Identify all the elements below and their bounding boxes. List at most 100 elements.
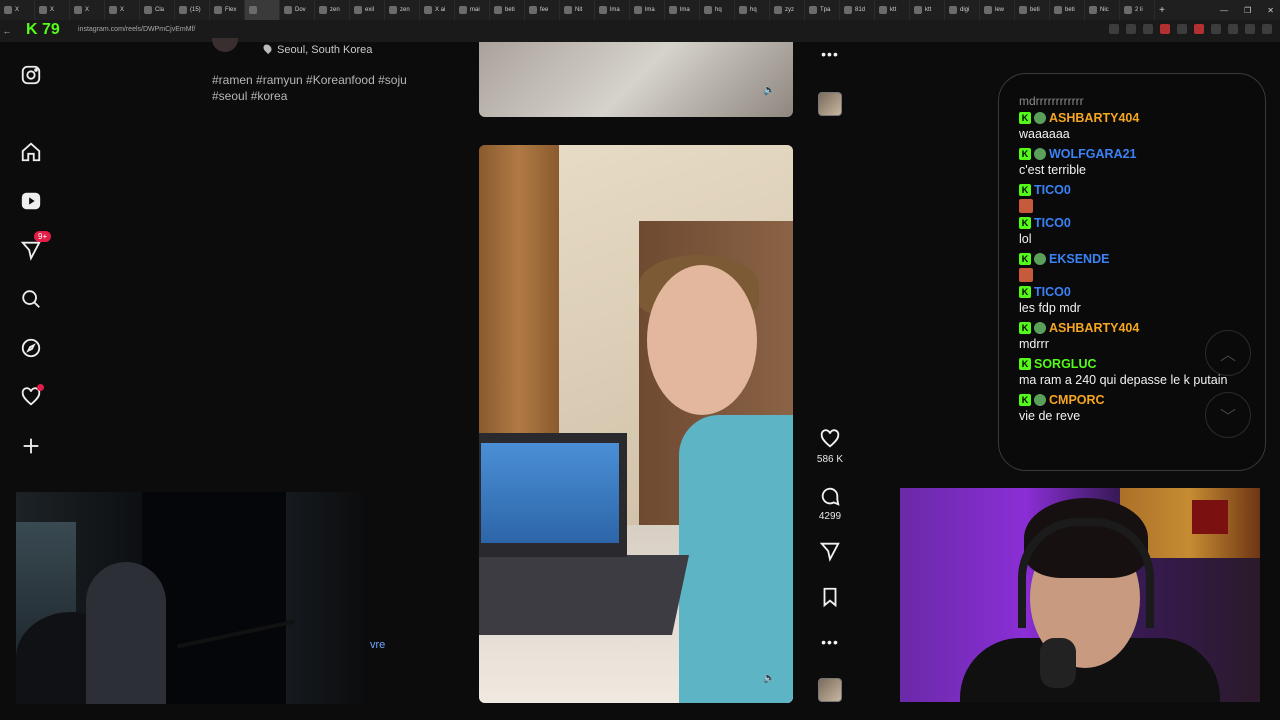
chat-username[interactable]: ASHBARTY404 [1049,111,1139,125]
browser-tab[interactable]: mai [455,0,490,20]
home-icon[interactable] [20,141,44,165]
browser-tab[interactable]: fee [525,0,560,20]
browser-tab[interactable]: beti [1015,0,1050,20]
browser-tab[interactable]: ktt [875,0,910,20]
like-button[interactable]: 586 K [810,428,850,465]
chat-message-header: K TICO0 [1019,182,1255,198]
browser-tab[interactable]: Flex [210,0,245,20]
more-options-icon[interactable]: ••• [810,46,850,62]
browser-tab[interactable]: lma [665,0,700,20]
scroll-up-button[interactable]: ︿ [1205,330,1251,376]
chat-text: waaaaaa [1019,127,1070,141]
browser-tab[interactable]: lew [980,0,1015,20]
chat-username[interactable]: SORGLUC [1034,357,1097,371]
chat-username[interactable]: ASHBARTY404 [1049,321,1139,335]
chat-messages: mdrrrrrrrrrrrr K ASHBARTY404 waaaaaa K WOLFG… [1019,94,1255,428]
browser-tab[interactable]: ktt [910,0,945,20]
browser-tab[interactable]: Dov [280,0,315,20]
comment-button[interactable]: 4299 [810,485,850,522]
chat-text: c'est terrible [1019,163,1086,177]
browser-tab[interactable]: hq [700,0,735,20]
chat-message-header: K ASHBARTY404 [1019,110,1255,126]
volume-icon[interactable]: 🔈 [763,85,775,97]
save-button[interactable] [810,586,850,608]
tab-favicon-icon [494,6,502,14]
browser-tab[interactable]: X ai [420,0,455,20]
browser-tab[interactable]: beti [1050,0,1085,20]
browser-tab[interactable]: lma [630,0,665,20]
chat-username[interactable]: TICO0 [1034,183,1071,197]
browser-tab[interactable]: Cla [140,0,175,20]
chat-username[interactable]: TICO0 [1034,216,1071,230]
browser-tab[interactable]: Nit [560,0,595,20]
previous-reel-audio-thumb[interactable] [810,92,850,116]
menu-icon[interactable] [1262,24,1272,34]
browser-tab[interactable]: X [70,0,105,20]
tab-favicon-icon [564,6,572,14]
extension-icon[interactable] [1160,24,1170,34]
url-field[interactable]: instagram.com/reels/DWPmCjvEmMf/ [78,26,195,33]
more-options-icon[interactable]: ••• [810,634,850,650]
browser-tab[interactable]: zen [315,0,350,20]
new-tab-icon[interactable]: + [1155,5,1169,16]
browser-tab[interactable]: digi [945,0,980,20]
chat-username[interactable]: TICO0 [1034,285,1071,299]
extension-icon[interactable] [1109,24,1119,34]
explore-icon[interactable] [20,337,44,361]
restore-icon[interactable]: ❐ [1244,6,1251,15]
minimize-icon[interactable]: — [1220,6,1228,15]
post-hashtags[interactable]: #ramen #ramyun #Koreanfood #soju #seoul … [212,72,432,104]
chat-username[interactable]: EKSENDE [1049,252,1109,266]
browser-tab[interactable]: zyz [770,0,805,20]
tab-label: mai [470,7,480,13]
share-button[interactable] [810,540,850,562]
comments-count: 4299 [818,511,842,522]
reels-icon[interactable] [20,190,44,214]
tab-favicon-icon [1019,6,1027,14]
browser-tab[interactable]: 2 li [1120,0,1155,20]
browser-tab[interactable]: lma [595,0,630,20]
extension-icon[interactable] [1177,24,1187,34]
tab-favicon-icon [424,6,432,14]
browser-tab[interactable]: Tpa [805,0,840,20]
browser-toolbar-icons [1109,24,1272,34]
tab-favicon-icon [669,6,677,14]
post-location[interactable]: Seoul, South Korea [261,42,372,56]
browser-tab[interactable]: 81d [840,0,875,20]
browser-tab[interactable] [245,0,280,20]
browser-tab[interactable]: (15) [175,0,210,20]
browser-tab[interactable]: X [105,0,140,20]
author-avatar[interactable] [212,38,238,52]
volume-icon[interactable]: 🔈 [763,673,775,685]
close-icon[interactable]: ✕ [1267,6,1274,15]
video-scene [479,433,627,557]
browser-tab[interactable]: X [0,0,35,20]
profile-icon[interactable] [1245,24,1255,34]
messages-icon[interactable]: 9+ [20,231,52,263]
chat-username[interactable]: WOLFGARA21 [1049,147,1137,161]
extension-icon[interactable] [1194,24,1204,34]
search-icon[interactable] [20,288,44,312]
kick-badge-icon: K [1019,253,1031,265]
download-icon[interactable] [1228,24,1238,34]
current-reel-video[interactable]: 🔈 [479,145,793,703]
browser-tab[interactable]: hq [735,0,770,20]
extension-icon[interactable] [1211,24,1221,34]
back-icon[interactable]: ← [0,26,14,36]
instagram-logo-icon[interactable] [20,64,44,88]
zoom-icon[interactable] [1126,24,1136,34]
audio-thumb-button[interactable] [810,678,850,702]
partial-link-text[interactable]: vre [370,639,385,651]
notifications-heart-icon[interactable] [20,384,44,410]
browser-tab[interactable]: beti [490,0,525,20]
create-icon[interactable] [20,435,44,459]
chat-username[interactable]: CMPORC [1049,393,1105,407]
scroll-down-button[interactable]: ﹀ [1205,392,1251,438]
browser-tab[interactable]: Nic [1085,0,1120,20]
tab-favicon-icon [984,6,992,14]
browser-tab[interactable]: exil [350,0,385,20]
browser-tab[interactable]: zen [385,0,420,20]
previous-reel-video[interactable]: 🔈 [479,42,793,117]
star-icon[interactable] [1143,24,1153,34]
browser-tab[interactable]: X [35,0,70,20]
